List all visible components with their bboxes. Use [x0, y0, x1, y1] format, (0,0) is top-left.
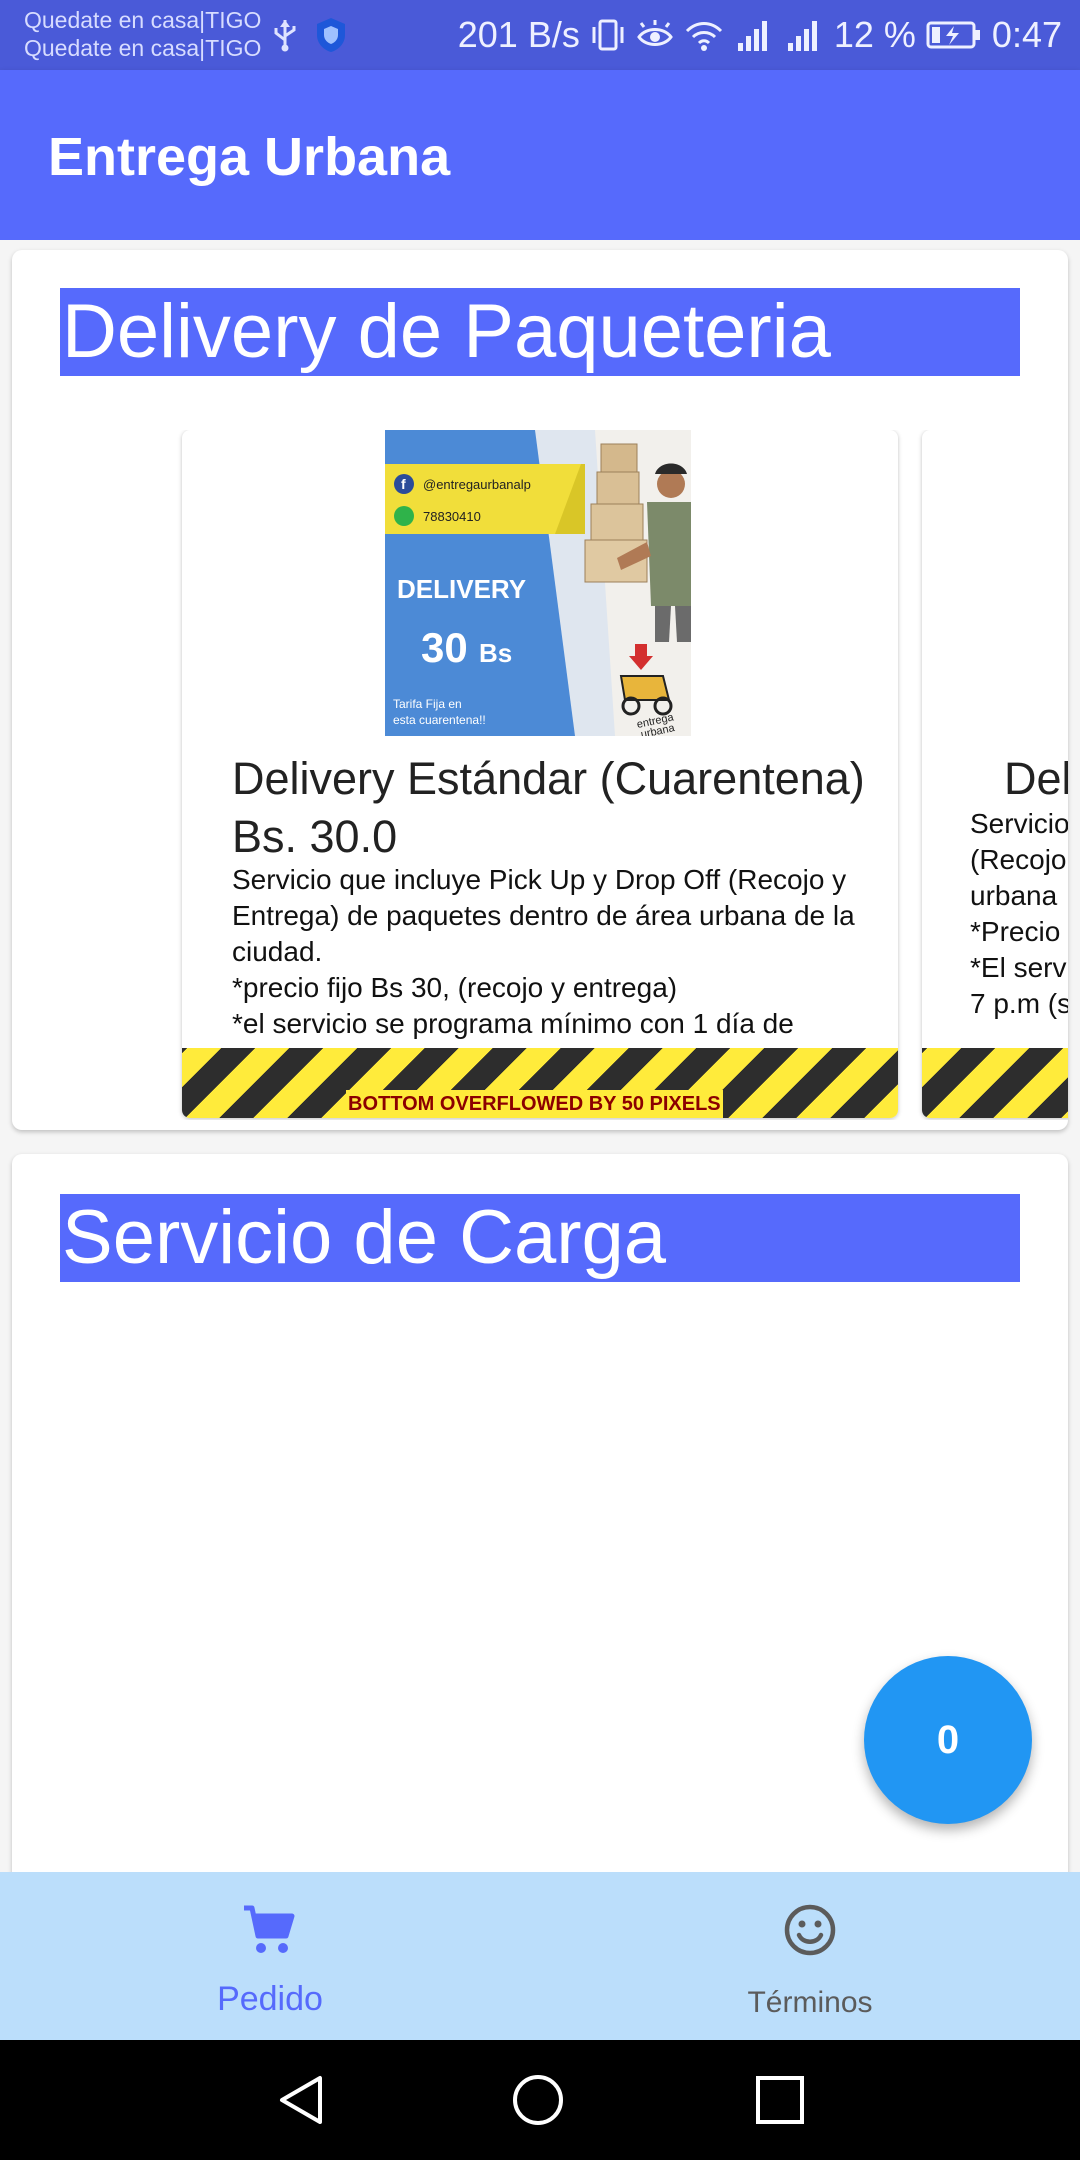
product-card[interactable]: f @entregaurbanalp 78830410 DELIVERY 30 … — [182, 430, 898, 1118]
vibrate-icon — [592, 19, 624, 51]
clock: 0:47 — [991, 14, 1062, 55]
main-content[interactable]: Delivery de Paqueteria f @entregaurbanal… — [0, 240, 1080, 1872]
wifi-icon — [685, 22, 722, 51]
horizontal-item-list[interactable]: f @entregaurbanalp 78830410 DELIVERY 30 … — [12, 430, 1068, 1120]
overflow-warning-stripes — [922, 1048, 1068, 1118]
image-tagline-1: Tarifa Fija en — [393, 697, 462, 711]
product-title: Del — [1004, 753, 1068, 804]
system-navigation-bar — [0, 2040, 1080, 2160]
signal-icon-2 — [787, 21, 817, 51]
image-headline: DELIVERY — [397, 574, 526, 604]
battery-percent: 12 % — [833, 14, 916, 55]
product-image: f @entregaurbanalp 78830410 DELIVERY 30 … — [385, 430, 691, 736]
product-title: Delivery Estándar (Cuarentena) Bs. 30.0 — [232, 753, 865, 862]
home-icon[interactable] — [510, 2072, 566, 2128]
nav-item-terminos[interactable]: Términos — [540, 1872, 1080, 2040]
battery-charging-icon — [926, 21, 980, 49]
signal-icon-1 — [737, 21, 767, 51]
product-card[interactable]: Del Servicio (Recojo urbana *Precio *El … — [922, 430, 1068, 1118]
cart-count-fab[interactable]: 0 — [864, 1656, 1032, 1824]
image-whatsapp-number: 78830410 — [423, 509, 481, 524]
svg-text:f: f — [401, 476, 406, 492]
image-facebook-handle: @entregaurbanalp — [423, 477, 531, 492]
overflow-warning-text: BOTTOM OVERFLOWED BY 50 PIXELS — [346, 1090, 723, 1118]
carrier-line-1: Quedate en casa|TIGO — [24, 7, 262, 33]
back-icon[interactable] — [274, 2072, 330, 2128]
app-bar: Entrega Urbana — [0, 70, 1080, 240]
status-bar: Quedate en casa|TIGO Quedate en casa|TIG… — [0, 0, 1080, 70]
image-currency: Bs — [479, 638, 512, 668]
nav-label-pedido: Pedido — [217, 1980, 323, 2018]
recents-icon[interactable] — [754, 2074, 806, 2126]
image-tagline-2: esta cuarentena!! — [393, 713, 486, 727]
section-title: Servicio de Carga — [60, 1194, 1020, 1282]
network-speed: 201 B/s — [457, 14, 580, 55]
nav-label-terminos: Términos — [747, 1986, 873, 2019]
carrier-label: Quedate en casa|TIGO Quedate en casa|TIG… — [24, 6, 261, 62]
shield-icon — [317, 18, 345, 52]
cart-icon — [244, 1905, 295, 1953]
image-price: 30 — [421, 624, 468, 671]
smiley-icon — [784, 1904, 836, 1956]
cart-count: 0 — [936, 1717, 960, 1762]
section-title: Delivery de Paqueteria — [60, 288, 1020, 376]
app-title: Entrega Urbana — [48, 127, 451, 187]
carrier-line-2: Quedate en casa|TIGO — [24, 35, 262, 61]
section-card-paqueteria: Delivery de Paqueteria f @entregaurbanal… — [12, 250, 1068, 1130]
eye-comfort-icon — [637, 20, 673, 46]
usb-icon — [274, 20, 296, 52]
bottom-navigation: Pedido Términos — [0, 1872, 1080, 2040]
nav-item-pedido[interactable]: Pedido — [0, 1872, 540, 2040]
product-description: Servicio (Recojo urbana *Precio *El serv… — [970, 808, 1068, 1019]
